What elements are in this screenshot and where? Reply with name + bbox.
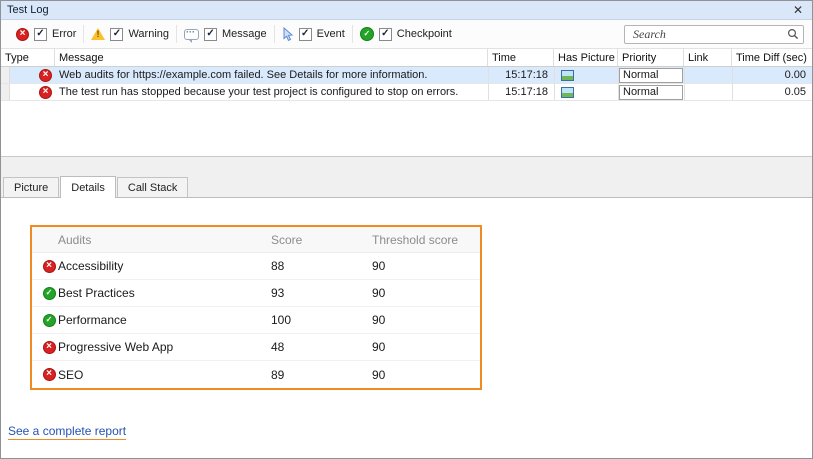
column-header-has-picture[interactable]: Has Picture [554,49,618,66]
column-header-threshold: Threshold score [372,233,480,247]
log-time: 15:17:18 [488,67,554,83]
log-message: The test run has stopped because your te… [55,84,488,100]
audit-row: Performance 100 90 [32,307,480,334]
audit-score: 100 [271,313,372,327]
column-header-time-diff[interactable]: Time Diff (sec) [732,49,812,66]
event-icon [282,27,294,41]
search-icon[interactable] [787,28,799,40]
filter-message: Message [177,28,274,41]
audit-row: Accessibility 88 90 [32,253,480,280]
filter-label-message: Message [222,28,267,40]
column-header-audits: Audits [58,233,271,247]
audit-threshold: 90 [372,313,480,327]
time-diff-cell: 0.00 [732,67,812,83]
row-gutter [1,67,10,83]
close-icon[interactable] [790,3,806,18]
tab-details[interactable]: Details [60,176,116,198]
log-row[interactable]: The test run has stopped because your te… [1,84,812,101]
message-icon [184,29,199,40]
audit-name: Performance [58,313,271,327]
status-icon [43,260,56,273]
filter-error: Error [9,28,83,41]
column-header-priority[interactable]: Priority [618,49,684,66]
filter-checkpoint: Checkpoint [353,27,459,41]
picture-icon [561,70,574,81]
log-row[interactable]: Web audits for https://example.com faile… [1,67,812,84]
has-picture-cell [554,84,618,100]
column-header-time[interactable]: Time [488,49,554,66]
link-cell [684,67,732,83]
status-icon [43,314,56,327]
event-checkbox[interactable] [299,28,312,41]
has-picture-cell [554,67,618,83]
column-header-score: Score [271,233,372,247]
filter-label-checkpoint: Checkpoint [397,28,452,40]
test-log-window: Test Log Error Warning Message Event [0,0,813,459]
error-icon [39,69,52,82]
audit-row: Best Practices 93 90 [32,280,480,307]
message-checkbox[interactable] [204,28,217,41]
window-title: Test Log [7,4,49,16]
status-icon [43,287,56,300]
filter-warning: Warning [84,28,176,41]
filter-label-warning: Warning [128,28,169,40]
audit-name: Accessibility [58,259,271,273]
tab-label: Picture [14,182,48,194]
audit-threshold: 90 [372,286,480,300]
status-icon [43,341,56,354]
filter-toolbar: Error Warning Message Event Checkpoint [1,20,812,49]
picture-icon [561,87,574,98]
detail-tabs: Picture Details Call Stack [1,157,812,197]
audit-table: Audits Score Threshold score Accessibili… [30,225,482,390]
type-cell [1,67,55,83]
link-cell [684,84,732,100]
filter-event: Event [275,27,352,41]
audit-score: 93 [271,286,372,300]
time-diff-cell: 0.05 [732,84,812,100]
warning-checkbox[interactable] [110,28,123,41]
details-panel: Audits Score Threshold score Accessibili… [1,197,812,458]
audit-name: SEO [58,368,271,382]
filter-label-error: Error [52,28,76,40]
status-icon [43,368,56,381]
audit-name: Progressive Web App [58,340,271,354]
column-header-message[interactable]: Message [55,49,488,66]
checkpoint-icon [360,27,374,41]
column-header-type[interactable]: Type [1,49,55,66]
type-cell [1,84,55,100]
checkpoint-checkbox[interactable] [379,28,392,41]
tab-label: Call Stack [128,182,178,194]
log-time: 15:17:18 [488,84,554,100]
search-box [624,25,804,44]
column-header-link[interactable]: Link [684,49,732,66]
audit-threshold: 90 [372,368,480,382]
tab-call-stack[interactable]: Call Stack [117,177,189,197]
audit-score: 88 [271,259,372,273]
titlebar: Test Log [1,1,812,20]
log-message: Web audits for https://example.com faile… [55,67,488,83]
audit-row: SEO 89 90 [32,361,480,388]
log-grid: Type Message Time Has Picture Priority L… [1,49,812,157]
search-input[interactable] [631,26,787,43]
error-icon [39,86,52,99]
audit-score: 48 [271,340,372,354]
audit-score: 89 [271,368,372,382]
priority-cell: Normal [618,67,684,83]
warning-icon [91,28,105,40]
report-link[interactable]: See a complete report [8,424,126,440]
audit-threshold: 90 [372,259,480,273]
log-grid-header: Type Message Time Has Picture Priority L… [1,49,812,67]
error-icon [16,28,29,41]
log-grid-empty-area [1,101,812,156]
audit-row: Progressive Web App 48 90 [32,334,480,361]
audit-name: Best Practices [58,286,271,300]
audit-threshold: 90 [372,340,480,354]
tab-label: Details [71,182,105,194]
error-checkbox[interactable] [34,28,47,41]
row-gutter [1,84,10,100]
priority-cell: Normal [618,84,684,100]
audit-table-header: Audits Score Threshold score [32,227,480,253]
filter-label-event: Event [317,28,345,40]
tab-picture[interactable]: Picture [3,177,59,197]
